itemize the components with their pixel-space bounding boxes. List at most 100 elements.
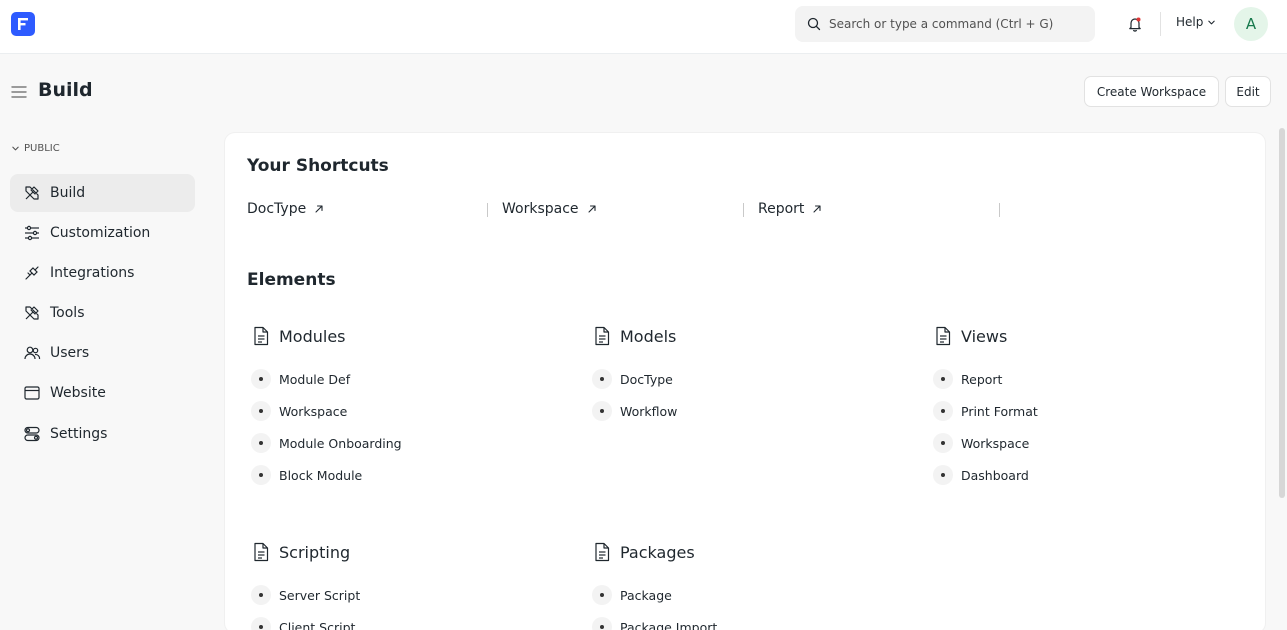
sidebar-item-settings[interactable]: Settings: [10, 415, 195, 453]
hamburger-icon: [11, 86, 27, 98]
users-icon: [22, 343, 42, 363]
card-packages[interactable]: Packages: [592, 542, 695, 562]
sidebar-item-build[interactable]: Build: [10, 174, 195, 212]
plug-icon: [22, 263, 42, 283]
sidebar-item-label: Integrations: [50, 265, 135, 281]
link-label: Module Onboarding: [279, 435, 402, 451]
help-dropdown[interactable]: Help: [1176, 15, 1216, 29]
elements-heading: Elements: [247, 270, 336, 290]
shortcut-report[interactable]: Report: [758, 199, 822, 219]
arrow-up-right-icon: [812, 204, 822, 214]
bullet-icon: [592, 585, 612, 605]
page-scrollbar[interactable]: [1279, 128, 1285, 498]
link-report[interactable]: Report: [933, 369, 1002, 389]
link-package-import[interactable]: Package Import: [592, 617, 717, 630]
edit-button[interactable]: Edit: [1225, 76, 1271, 107]
card-title: Packages: [620, 542, 695, 562]
sidebar-item-users[interactable]: Users: [10, 334, 195, 372]
link-module-def[interactable]: Module Def: [251, 369, 350, 389]
card-title: Scripting: [279, 542, 351, 562]
shortcut-workspace[interactable]: Workspace: [502, 199, 597, 219]
tools-icon: [22, 183, 42, 203]
sidebar-item-website[interactable]: Website: [10, 374, 195, 412]
navbar: Help A: [0, 0, 1287, 54]
search-input[interactable]: [829, 17, 1079, 31]
frappe-logo-icon: [18, 18, 28, 30]
link-workspace[interactable]: Workspace: [251, 401, 347, 421]
user-avatar[interactable]: A: [1234, 7, 1268, 41]
card-views[interactable]: Views: [933, 326, 1007, 346]
navbar-divider: [1160, 12, 1161, 36]
sidebar-item-integrations[interactable]: Integrations: [10, 254, 195, 292]
bullet-icon: [592, 369, 612, 389]
sidebar-item-label: Build: [50, 185, 86, 201]
shortcut-divider: [487, 203, 488, 217]
document-icon: [251, 542, 271, 562]
search-icon: [807, 17, 821, 31]
link-block-module[interactable]: Block Module: [251, 465, 362, 485]
document-icon: [592, 326, 612, 346]
create-workspace-button[interactable]: Create Workspace: [1084, 76, 1219, 107]
shortcut-label: Workspace: [502, 201, 579, 217]
link-label: Workspace: [961, 435, 1030, 451]
card-models[interactable]: Models: [592, 326, 676, 346]
card-title: Models: [620, 326, 677, 346]
bullet-icon: [251, 401, 271, 421]
sidebar-toggle-button[interactable]: [11, 84, 27, 98]
link-client-script[interactable]: Client Script: [251, 617, 355, 630]
shortcut-divider: [999, 203, 1000, 217]
bullet-icon: [251, 617, 271, 630]
sidebar-section-public[interactable]: PUBLIC: [11, 143, 60, 154]
link-print-format[interactable]: Print Format: [933, 401, 1038, 421]
shortcut-divider: [743, 203, 744, 217]
link-label: Workspace: [279, 403, 348, 419]
link-server-script[interactable]: Server Script: [251, 585, 360, 605]
link-label: Print Format: [961, 403, 1038, 419]
document-icon: [251, 326, 271, 346]
link-doctype[interactable]: DocType: [592, 369, 673, 389]
notifications-button[interactable]: [1124, 13, 1146, 35]
search-bar[interactable]: [795, 6, 1095, 42]
bullet-icon: [251, 465, 271, 485]
bullet-icon: [933, 369, 953, 389]
card-modules[interactable]: Modules: [251, 326, 346, 346]
link-package[interactable]: Package: [592, 585, 672, 605]
link-label: Server Script: [279, 587, 361, 603]
card-title: Views: [961, 326, 1008, 346]
link-label: Client Script: [279, 619, 356, 630]
avatar-initial: A: [1245, 15, 1257, 33]
app-logo[interactable]: [11, 12, 35, 36]
link-label: Package Import: [620, 619, 718, 630]
link-module-onboarding[interactable]: Module Onboarding: [251, 433, 402, 453]
link-dashboard[interactable]: Dashboard: [933, 465, 1029, 485]
shortcuts-heading: Your Shortcuts: [247, 156, 389, 176]
document-icon: [933, 326, 953, 346]
sidebar-item-label: Website: [50, 385, 106, 401]
sidebar-section-label: PUBLIC: [24, 143, 60, 154]
help-label: Help: [1176, 15, 1204, 29]
shortcut-label: Report: [758, 201, 805, 217]
link-label: Workflow: [620, 403, 678, 419]
bell-icon: [1129, 17, 1141, 32]
link-label: DocType: [620, 371, 673, 387]
shortcut-doctype[interactable]: DocType: [247, 199, 324, 219]
link-workspace[interactable]: Workspace: [933, 433, 1029, 453]
bullet-icon: [251, 369, 271, 389]
sidebar-item-label: Tools: [50, 305, 85, 321]
document-icon: [592, 542, 612, 562]
workspace-content: Your Shortcuts DocType Workspace Report …: [225, 133, 1265, 630]
link-label: Block Module: [279, 467, 363, 483]
sidebar-item-tools[interactable]: Tools: [10, 294, 195, 332]
sliders-icon: [22, 223, 42, 243]
sidebar-item-label: Settings: [50, 426, 108, 442]
sidebar-item-label: Users: [50, 345, 90, 361]
card-scripting[interactable]: Scripting: [251, 542, 350, 562]
sidebar-item-customization[interactable]: Customization: [10, 214, 195, 252]
chevron-down-icon: [1208, 20, 1216, 24]
bullet-icon: [933, 433, 953, 453]
link-label: Dashboard: [961, 467, 1029, 483]
link-label: Report: [961, 371, 1003, 387]
sidebar-item-label: Customization: [50, 225, 151, 241]
bullet-icon: [592, 401, 612, 421]
link-workflow[interactable]: Workflow: [592, 401, 677, 421]
